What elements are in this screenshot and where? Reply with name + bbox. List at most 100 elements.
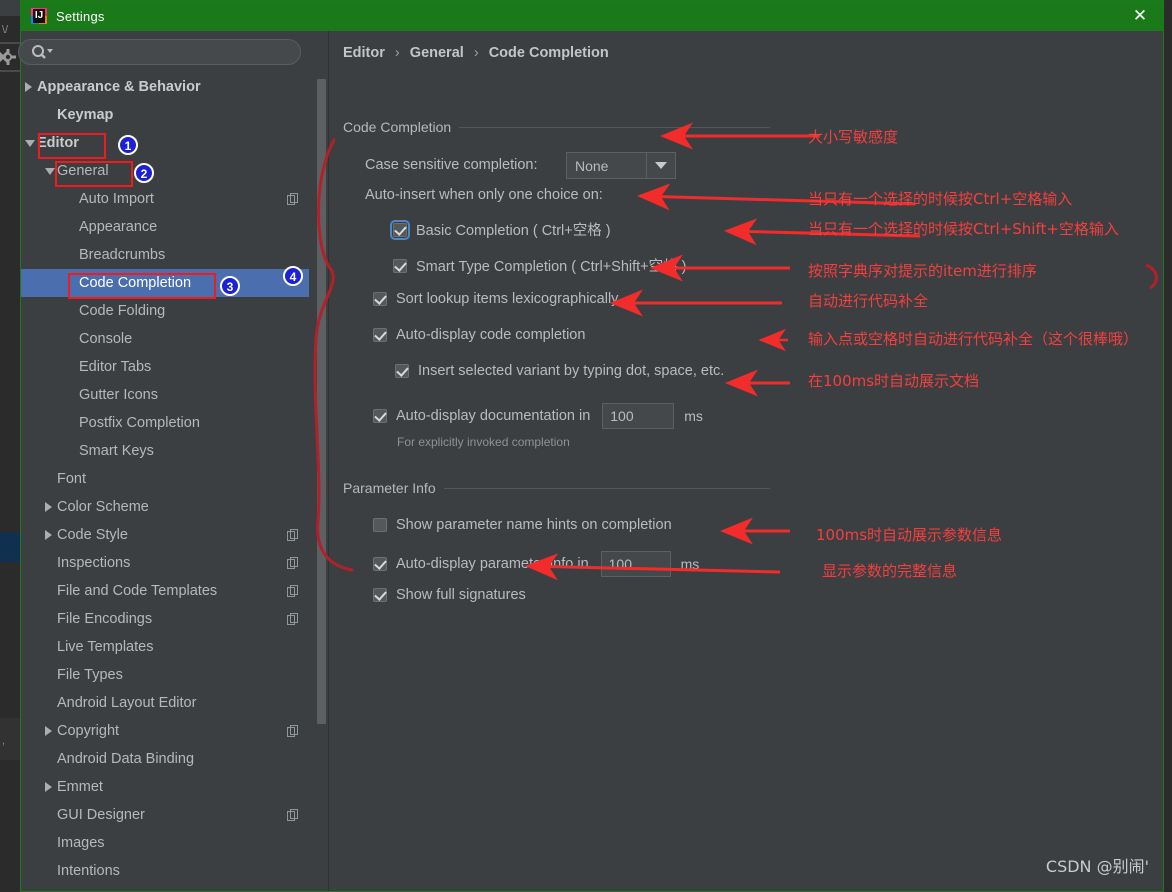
sidebar-item-label: File and Code Templates — [57, 583, 218, 599]
sidebar-item-label: Emmet — [57, 779, 103, 795]
sidebar-item-file-types[interactable]: File Types — [21, 661, 309, 689]
auto-insert-label-row: Auto-insert when only one choice on: — [365, 187, 603, 203]
copy-icon[interactable] — [287, 529, 299, 541]
checkbox-insert-variant-box[interactable] — [395, 364, 409, 378]
sidebar-item-font[interactable]: Font — [21, 465, 309, 493]
checkbox-smart-type-completion-box[interactable] — [393, 258, 407, 273]
checkbox-auto-display-completion-label: Auto-display code completion — [396, 327, 586, 343]
sidebar-item-gutter-icons[interactable]: Gutter Icons — [21, 381, 309, 409]
sidebar-item-color-scheme[interactable]: Color Scheme — [21, 493, 309, 521]
search-input[interactable] — [58, 43, 297, 63]
breadcrumb-separator-icon: › — [394, 45, 400, 61]
sidebar-item-label: Breadcrumbs — [79, 247, 166, 263]
sidebar-item-console[interactable]: Console — [21, 325, 309, 353]
sidebar-item-label: Color Scheme — [57, 499, 149, 515]
sidebar-item-general[interactable]: General — [21, 157, 309, 185]
autodoc-unit-label: ms — [684, 408, 703, 424]
case-sensitive-dropdown[interactable]: None — [566, 152, 676, 179]
sidebar-item-label: Gutter Icons — [79, 387, 158, 403]
sidebar-item-images[interactable]: Images — [21, 829, 309, 857]
bg-text-line: \/ — [2, 24, 9, 36]
sidebar-item-keymap[interactable]: Keymap — [21, 101, 309, 129]
sidebar-item-file-encodings[interactable]: File Encodings — [21, 605, 309, 633]
sidebar-item-android-layout-editor[interactable]: Android Layout Editor — [21, 689, 309, 717]
sidebar-item-label: Editor — [37, 135, 79, 151]
settings-window: IJ Settings ✕ Appearance & Behavior Keyma… — [18, 0, 1164, 892]
checkbox-basic-completion[interactable]: Basic Completion ( Ctrl+空格 ) — [390, 219, 611, 240]
checkbox-show-full-signatures-box[interactable] — [373, 588, 387, 602]
search-icon[interactable] — [30, 44, 56, 60]
sidebar-item-appearance[interactable]: Appearance — [21, 213, 309, 241]
chevron-down-icon[interactable] — [45, 167, 55, 175]
checkbox-parameter-name-hints-box[interactable] — [373, 518, 387, 532]
case-sensitive-label: Case sensitive completion: — [365, 157, 538, 173]
copy-icon[interactable] — [287, 809, 299, 821]
chevron-down-icon[interactable] — [25, 139, 35, 147]
sidebar-item-postfix-completion[interactable]: Postfix Completion — [21, 409, 309, 437]
breadcrumb-separator-icon: › — [473, 45, 479, 61]
sidebar-item-label: Editor Tabs — [79, 359, 152, 375]
checkbox-insert-variant[interactable]: Insert selected variant by typing dot, s… — [395, 363, 724, 379]
checkbox-auto-display-completion-box[interactable] — [373, 328, 387, 342]
checkbox-parameter-name-hints-label: Show parameter name hints on completion — [396, 517, 672, 533]
copy-icon[interactable] — [287, 585, 299, 597]
checkbox-auto-display-documentation-box[interactable] — [373, 409, 387, 423]
sidebar-item-label: Android Layout Editor — [57, 695, 197, 711]
sidebar-item-code-style[interactable]: Code Style — [21, 521, 309, 549]
breadcrumb-general[interactable]: General — [410, 45, 464, 61]
sidebar-item-label: Code Style — [57, 527, 128, 543]
sidebar-item-gui-designer[interactable]: GUI Designer — [21, 801, 309, 829]
sidebar-scrollbar-thumb[interactable] — [317, 79, 326, 724]
sidebar-item-auto-import[interactable]: Auto Import — [21, 185, 309, 213]
sidebar-item-intentions[interactable]: Intentions — [21, 857, 309, 885]
chevron-right-icon[interactable] — [45, 502, 52, 512]
checkbox-parameter-name-hints[interactable]: Show parameter name hints on completion — [373, 517, 672, 533]
group-rule-code-completion — [439, 127, 770, 128]
sidebar-item-smart-keys[interactable]: Smart Keys — [21, 437, 309, 465]
chevron-right-icon[interactable] — [45, 530, 52, 540]
sidebar-item-code-completion[interactable]: Code Completion — [21, 269, 309, 297]
checkbox-auto-display-parameter-info[interactable]: Auto-display parameter info in 100 ms — [373, 551, 699, 577]
sidebar-item-code-folding[interactable]: Code Folding — [21, 297, 309, 325]
checkbox-sort-lookup[interactable]: Sort lookup items lexicographically — [373, 291, 618, 307]
checkbox-sort-lookup-box[interactable] — [373, 292, 387, 306]
sidebar-item-android-data-binding[interactable]: Android Data Binding — [21, 745, 309, 773]
close-icon[interactable]: ✕ — [1117, 1, 1163, 31]
breadcrumb-editor[interactable]: Editor — [343, 45, 385, 61]
watermark: CSDN @别闹' — [1045, 857, 1149, 876]
sidebar-item-emmet[interactable]: Emmet — [21, 773, 309, 801]
chevron-right-icon[interactable] — [45, 726, 52, 736]
sidebar-item-label: Smart Keys — [79, 443, 154, 459]
checkbox-auto-display-documentation[interactable]: Auto-display documentation in 100 ms — [373, 403, 703, 429]
sidebar-item-inspections[interactable]: Inspections — [21, 549, 309, 577]
background-ide-strip: \/ , — [0, 0, 22, 892]
checkbox-show-full-signatures[interactable]: Show full signatures — [373, 587, 526, 603]
sidebar-item-editor-tabs[interactable]: Editor Tabs — [21, 353, 309, 381]
settings-sidebar: Appearance & Behavior Keymap Editor General… — [18, 31, 326, 891]
copy-icon[interactable] — [287, 725, 299, 737]
sidebar-item-editor[interactable]: Editor — [21, 129, 309, 157]
bg-divider — [0, 16, 22, 18]
chevron-down-icon[interactable] — [646, 153, 675, 178]
checkbox-auto-display-parameter-info-box[interactable] — [373, 557, 387, 571]
sidebar-item-live-templates[interactable]: Live Templates — [21, 633, 309, 661]
group-title-parameter-info: Parameter Info — [343, 480, 444, 496]
copy-icon[interactable] — [287, 557, 299, 569]
copy-icon[interactable] — [287, 193, 299, 205]
checkbox-basic-completion-label: Basic Completion ( Ctrl+空格 ) — [416, 223, 611, 239]
sidebar-item-file-and-code-templates[interactable]: File and Code Templates — [21, 577, 309, 605]
sidebar-item-label: Live Templates — [57, 639, 154, 655]
sidebar-item-label: Keymap — [57, 107, 114, 123]
search-container — [18, 39, 303, 65]
checkbox-basic-completion-box[interactable] — [390, 219, 410, 240]
chevron-right-icon[interactable] — [45, 782, 52, 792]
autodoc-delay-input[interactable]: 100 — [602, 403, 675, 429]
chevron-right-icon[interactable] — [25, 82, 32, 92]
copy-icon[interactable] — [287, 613, 299, 625]
checkbox-auto-display-completion[interactable]: Auto-display code completion — [373, 327, 585, 343]
sidebar-item-appearance-behavior[interactable]: Appearance & Behavior — [21, 73, 309, 101]
sidebar-item-copyright[interactable]: Copyright — [21, 717, 309, 745]
sidebar-item-breadcrumbs[interactable]: Breadcrumbs — [21, 241, 309, 269]
checkbox-smart-type-completion[interactable]: Smart Type Completion ( Ctrl+Shift+空格 ) — [393, 255, 687, 276]
autoparam-delay-input[interactable]: 100 — [600, 551, 671, 577]
